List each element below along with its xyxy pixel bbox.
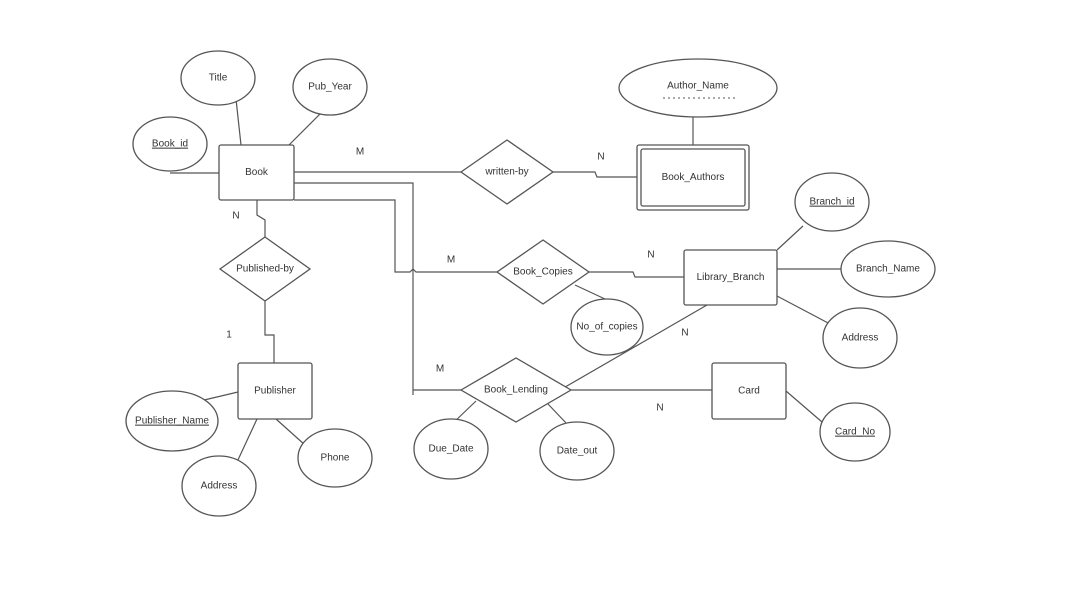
- attribute-label: Author_Name: [667, 81, 729, 92]
- attribute-book-id[interactable]: Book_id: [132, 116, 208, 172]
- attribute-date-out[interactable]: Date_out: [539, 421, 615, 481]
- attribute-no-of-copies[interactable]: No_of_copies: [570, 298, 644, 356]
- attribute-label: Address: [201, 481, 238, 492]
- relationship-published-by[interactable]: Published-by: [218, 236, 312, 302]
- attribute-label: Pub_Year: [308, 82, 352, 93]
- entity-card[interactable]: Card: [711, 362, 787, 420]
- entity-book-authors[interactable]: Book_Authors: [636, 144, 750, 211]
- connector-line: [589, 271, 684, 278]
- attribute-label: Date_out: [557, 446, 598, 457]
- attribute-card-no[interactable]: Card_No: [819, 402, 891, 462]
- attribute-label: Title: [209, 73, 228, 84]
- entity-publisher[interactable]: Publisher: [237, 362, 313, 420]
- entity-book[interactable]: Book: [218, 144, 295, 201]
- entity-label: Card: [738, 386, 760, 397]
- attribute-label: Publisher_Name: [135, 416, 209, 427]
- connector-line: [275, 418, 306, 446]
- connector-line: [785, 390, 823, 423]
- connector-line: [264, 301, 275, 363]
- connector-line: [199, 391, 239, 402]
- relationship-book-lending[interactable]: Book_Lending: [459, 357, 573, 423]
- connector-line: [288, 113, 321, 146]
- entity-label: Book_Authors: [662, 172, 725, 183]
- attribute-pub-year[interactable]: Pub_Year: [292, 58, 368, 116]
- attribute-author-name[interactable]: Author_Name: [618, 58, 778, 118]
- attribute-due-date[interactable]: Due_Date: [413, 418, 489, 480]
- attribute-label: Due_Date: [428, 444, 473, 455]
- attribute-label: Card_No: [835, 427, 875, 438]
- attribute-label: No_of_copies: [576, 322, 637, 333]
- relationship-label: Published-by: [236, 264, 294, 275]
- cardinality-label: M: [356, 147, 364, 158]
- attribute-label: Branch_id: [809, 197, 854, 208]
- attribute-title[interactable]: Title: [180, 50, 256, 106]
- attribute-phone[interactable]: Phone: [297, 428, 373, 488]
- connector-line: [235, 98, 242, 146]
- connector-line: [236, 418, 258, 463]
- relationship-written-by[interactable]: written-by: [459, 139, 555, 205]
- cardinality-label: N: [647, 250, 654, 261]
- relationship-book-copies[interactable]: Book_Copies: [495, 239, 591, 305]
- connector-line: [547, 403, 568, 425]
- cardinality-label: N: [597, 152, 604, 163]
- cardinality-label: N: [656, 403, 663, 414]
- relationship-label: written-by: [484, 167, 528, 178]
- attribute-publisher-name[interactable]: Publisher_Name: [125, 390, 219, 452]
- entity-library-branch[interactable]: Library_Branch: [683, 249, 778, 306]
- entity-label: Book: [245, 167, 269, 178]
- connector-line: [776, 225, 804, 251]
- attribute-label: Branch_Name: [856, 264, 920, 275]
- entity-label: Publisher: [254, 386, 296, 397]
- connector-line: [256, 200, 266, 237]
- cardinality-label: 1: [226, 330, 232, 341]
- attribute-branch-address[interactable]: Address: [822, 307, 898, 369]
- entity-label: Library_Branch: [697, 272, 765, 283]
- connector-line: [294, 199, 497, 273]
- er-diagram: Book Book_Authors Library_Branch Publisher C…: [125, 50, 936, 517]
- connector-line: [776, 295, 831, 325]
- attribute-label: Book_id: [152, 139, 188, 150]
- connector-line: [553, 171, 637, 178]
- relationship-label: Book_Lending: [484, 385, 548, 396]
- attribute-label: Phone: [321, 453, 350, 464]
- relationship-label: Book_Copies: [513, 267, 572, 278]
- attribute-label: Address: [842, 333, 879, 344]
- attribute-publisher-address[interactable]: Address: [181, 455, 257, 517]
- cardinality-label: N: [232, 211, 239, 222]
- attribute-branch-name[interactable]: Branch_Name: [840, 240, 936, 298]
- connector-line: [574, 284, 606, 300]
- cardinality-label: N: [681, 328, 688, 339]
- attribute-branch-id[interactable]: Branch_id: [794, 172, 870, 232]
- cardinality-label: M: [447, 255, 455, 266]
- cardinality-label: M: [436, 364, 444, 375]
